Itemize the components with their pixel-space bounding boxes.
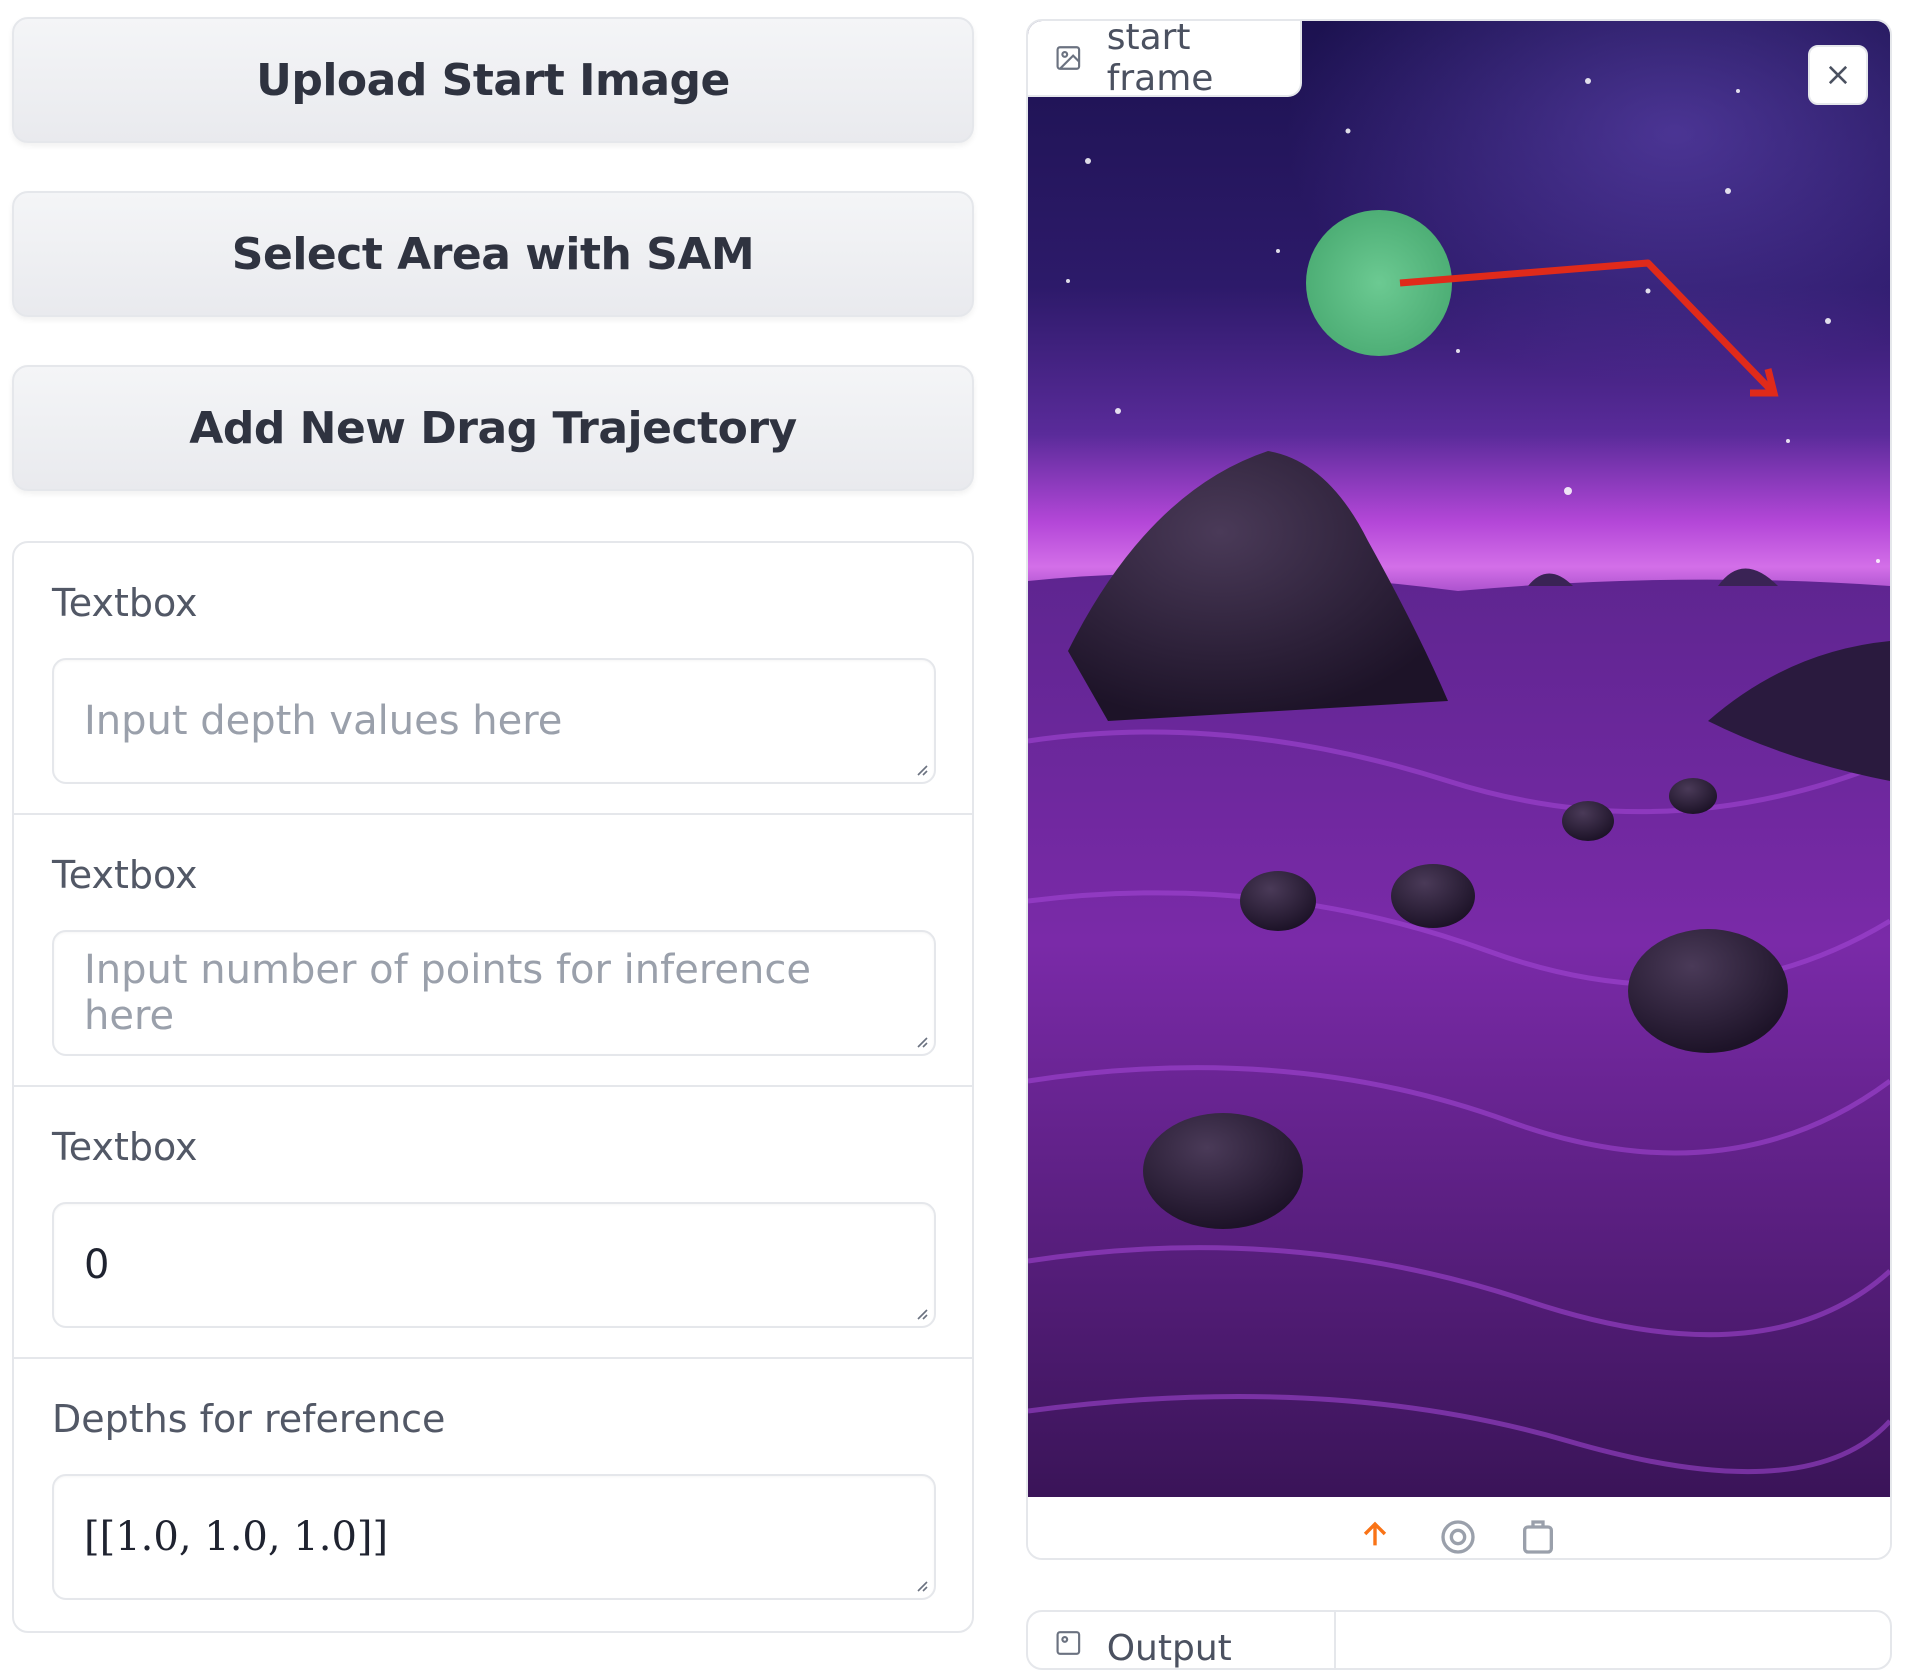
depths-reference-input[interactable]: [[1.0, 1.0, 1.0]] xyxy=(52,1474,936,1600)
resize-handle-icon[interactable] xyxy=(914,762,928,776)
value-input-text: 0 xyxy=(84,1242,110,1288)
field-label: Textbox xyxy=(52,853,198,897)
depth-values-input[interactable]: Input depth values here xyxy=(52,658,936,784)
output-video-label: Output Video xyxy=(1028,1612,1336,1669)
resize-handle-icon[interactable] xyxy=(914,1306,928,1320)
parameters-panel: Textbox Input depth values here Textbox … xyxy=(12,541,974,1633)
resize-handle-icon[interactable] xyxy=(914,1034,928,1048)
resize-handle-icon[interactable] xyxy=(914,1578,928,1592)
depth-values-field: Textbox Input depth values here xyxy=(14,543,972,815)
inference-points-input[interactable]: Input number of points for inference her… xyxy=(52,930,936,1056)
inference-points-field: Textbox Input number of points for infer… xyxy=(14,815,972,1087)
start-frame-label: start frame xyxy=(1028,19,1302,99)
start-frame-label-text: start frame xyxy=(1106,19,1214,99)
add-drag-trajectory-button[interactable]: Add New Drag Trajectory xyxy=(12,365,974,491)
video-icon xyxy=(1056,1631,1081,1655)
start-frame-image[interactable] xyxy=(1028,21,1890,1497)
field-label: Textbox xyxy=(52,1125,198,1169)
clear-image-button[interactable] xyxy=(1808,45,1868,105)
select-area-sam-button[interactable]: Select Area with SAM xyxy=(12,191,974,317)
output-video-label-text: Output Video xyxy=(1106,1628,1232,1669)
control-column: Upload Start Image Select Area with SAM … xyxy=(12,17,974,491)
field-label: Textbox xyxy=(52,581,198,625)
webcam-icon[interactable] xyxy=(1438,1517,1478,1557)
upload-icon[interactable] xyxy=(1358,1517,1392,1551)
image-source-toolbar xyxy=(1028,1497,1890,1558)
depths-reference-field: Depths for reference [[1.0, 1.0, 1.0]] xyxy=(14,1359,972,1631)
clipboard-icon[interactable] xyxy=(1518,1517,1558,1557)
upload-start-image-button[interactable]: Upload Start Image xyxy=(12,17,974,143)
inference-points-placeholder: Input number of points for inference her… xyxy=(84,947,811,1039)
output-video-panel: Output Video xyxy=(1026,1610,1892,1670)
value-field: Textbox 0 xyxy=(14,1087,972,1359)
image-icon xyxy=(1056,46,1081,70)
close-icon xyxy=(1828,65,1848,85)
field-label: Depths for reference xyxy=(52,1397,446,1441)
start-frame-panel: start frame xyxy=(1026,19,1892,1560)
value-input[interactable]: 0 xyxy=(52,1202,936,1328)
depths-reference-text: [[1.0, 1.0, 1.0]] xyxy=(84,1514,389,1560)
depth-values-placeholder: Input depth values here xyxy=(84,698,563,744)
